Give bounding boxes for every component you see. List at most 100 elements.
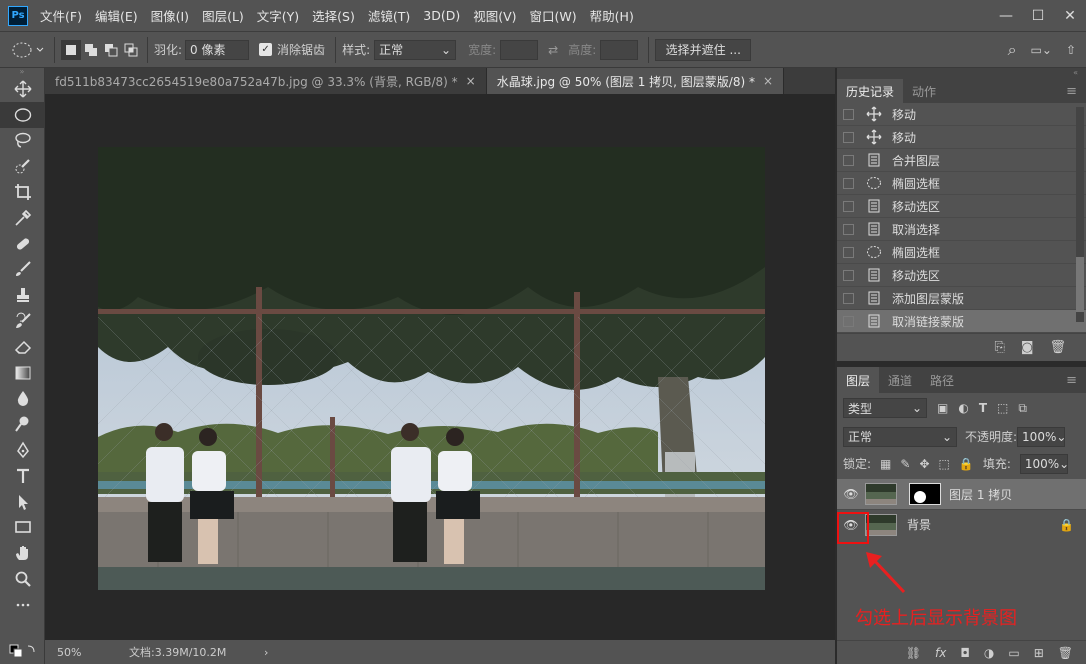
history-source-checkbox[interactable] bbox=[843, 315, 854, 327]
history-source-checkbox[interactable] bbox=[843, 154, 854, 166]
new-selection-button[interactable] bbox=[61, 39, 81, 60]
history-item[interactable]: 取消选择 bbox=[837, 218, 1086, 241]
fill-input[interactable]: 100% ⌄ bbox=[1019, 453, 1069, 474]
history-brush-tool[interactable] bbox=[0, 308, 45, 334]
layer-name[interactable]: 背景 bbox=[907, 516, 1059, 533]
menu-view[interactable]: 视图(V) bbox=[473, 6, 516, 25]
more-tools[interactable] bbox=[0, 592, 45, 618]
blend-mode-select[interactable]: 正常 ⌄ bbox=[843, 426, 957, 447]
lock-transparent-icon[interactable]: ▦ bbox=[880, 457, 891, 471]
layer-style-fx-button[interactable]: fx bbox=[935, 646, 946, 660]
tool-preset-picker[interactable] bbox=[8, 40, 48, 60]
eyedropper-tool[interactable] bbox=[0, 205, 45, 231]
height-input[interactable] bbox=[600, 39, 639, 60]
history-source-checkbox[interactable] bbox=[843, 269, 854, 281]
history-source-checkbox[interactable] bbox=[843, 177, 854, 189]
menu-help[interactable]: 帮助(H) bbox=[590, 6, 634, 25]
history-source-checkbox[interactable] bbox=[843, 131, 854, 143]
menu-filter[interactable]: 滤镜(T) bbox=[368, 6, 410, 25]
intersect-selection-button[interactable] bbox=[121, 40, 141, 60]
new-layer-icon[interactable]: ⊞ bbox=[1034, 646, 1044, 660]
menu-type[interactable]: 文字(Y) bbox=[257, 6, 299, 25]
document-canvas-image[interactable] bbox=[98, 147, 765, 590]
menu-image[interactable]: 图像(I) bbox=[151, 6, 189, 25]
select-and-mask-button[interactable]: 选择并遮住 ... bbox=[655, 38, 752, 61]
type-tool[interactable] bbox=[0, 463, 45, 489]
crop-tool[interactable] bbox=[0, 179, 45, 205]
layer-filter-select[interactable]: 类型 ⌄ bbox=[843, 398, 927, 418]
lock-position-icon[interactable]: ✥ bbox=[919, 457, 929, 471]
close-button[interactable]: ✕ bbox=[1054, 0, 1086, 31]
search-icon[interactable]: ⌕ bbox=[1008, 40, 1017, 60]
eye-icon[interactable]: 👁 bbox=[837, 487, 865, 501]
filter-type-icon[interactable]: T bbox=[979, 401, 987, 415]
tab-document-1[interactable]: fd511b83473cc2654519e80a752a47b.jpg @ 33… bbox=[45, 68, 487, 94]
lasso-tool[interactable] bbox=[0, 128, 45, 154]
panel-menu-icon[interactable]: ≡ bbox=[1057, 367, 1086, 393]
history-item[interactable]: 合并图层 bbox=[837, 149, 1086, 172]
tab-layers[interactable]: 图层 bbox=[837, 367, 880, 393]
panel-collapse-icon[interactable]: « bbox=[837, 68, 1086, 79]
menu-window[interactable]: 窗口(W) bbox=[530, 6, 577, 25]
tab-history[interactable]: 历史记录 bbox=[837, 79, 904, 103]
history-source-checkbox[interactable] bbox=[843, 108, 854, 120]
gradient-tool[interactable] bbox=[0, 360, 45, 386]
layer-row-background[interactable]: 👁 背景 🔒 bbox=[837, 509, 1086, 539]
antialias-checkbox[interactable]: ✓ bbox=[259, 43, 273, 56]
layer-mask-thumbnail[interactable] bbox=[909, 483, 941, 505]
menu-3d[interactable]: 3D(D) bbox=[423, 8, 460, 23]
history-item[interactable]: 移动选区 bbox=[837, 195, 1086, 218]
history-item[interactable]: 添加图层蒙版 bbox=[837, 287, 1086, 310]
trash-icon[interactable]: 🗑 bbox=[1049, 340, 1066, 355]
pen-tool[interactable] bbox=[0, 437, 45, 463]
history-item[interactable]: 椭圆选框 bbox=[837, 241, 1086, 264]
history-source-checkbox[interactable] bbox=[843, 200, 854, 212]
zoom-tool[interactable] bbox=[0, 566, 45, 592]
layer-name[interactable]: 图层 1 拷贝 bbox=[949, 486, 1012, 503]
history-item[interactable]: 取消链接蒙版 bbox=[837, 310, 1086, 333]
menu-layer[interactable]: 图层(L) bbox=[202, 6, 244, 25]
clone-stamp-tool[interactable] bbox=[0, 282, 45, 308]
close-icon[interactable]: × bbox=[466, 74, 476, 88]
status-menu-arrow[interactable]: › bbox=[264, 646, 268, 659]
history-scrollbar[interactable] bbox=[1076, 107, 1084, 322]
link-layers-icon[interactable]: ⛓ bbox=[906, 646, 921, 660]
new-group-icon[interactable]: ▭ bbox=[1008, 646, 1019, 660]
tab-channels[interactable]: 通道 bbox=[879, 367, 921, 393]
width-input[interactable] bbox=[500, 39, 539, 60]
zoom-level[interactable]: 50% bbox=[57, 646, 129, 659]
history-source-checkbox[interactable] bbox=[843, 223, 854, 235]
hand-tool[interactable] bbox=[0, 540, 45, 566]
history-source-checkbox[interactable] bbox=[843, 246, 854, 258]
lock-all-icon[interactable]: 🔒 bbox=[959, 457, 974, 471]
color-swatches[interactable] bbox=[8, 642, 38, 658]
add-mask-icon[interactable]: ◘ bbox=[960, 646, 970, 660]
blur-tool[interactable] bbox=[0, 386, 45, 412]
lock-image-icon[interactable]: ✎ bbox=[900, 457, 910, 471]
lock-artboard-icon[interactable]: ⬚ bbox=[939, 457, 950, 471]
filter-pixel-icon[interactable]: ▣ bbox=[937, 401, 948, 415]
dodge-tool[interactable] bbox=[0, 411, 45, 437]
tab-paths[interactable]: 路径 bbox=[921, 367, 963, 393]
filter-smartobject-icon[interactable]: ⧉ bbox=[1018, 401, 1027, 416]
panel-menu-icon[interactable]: ≡ bbox=[1057, 79, 1086, 103]
minimize-button[interactable]: — bbox=[990, 0, 1022, 31]
opacity-input[interactable]: 100% ⌄ bbox=[1017, 426, 1066, 447]
history-item[interactable]: 椭圆选框 bbox=[837, 172, 1086, 195]
history-item[interactable]: 移动选区 bbox=[837, 264, 1086, 287]
history-item[interactable]: 移动 bbox=[837, 103, 1086, 126]
eraser-tool[interactable] bbox=[0, 334, 45, 360]
snapshot-icon[interactable]: ◙ bbox=[1021, 340, 1034, 355]
style-select[interactable]: 正常 ⌄ bbox=[374, 39, 457, 60]
history-item[interactable]: 移动 bbox=[837, 126, 1086, 149]
filter-shape-icon[interactable]: ⬚ bbox=[997, 401, 1008, 415]
healing-brush-tool[interactable] bbox=[0, 231, 45, 257]
new-document-from-state-icon[interactable]: ⎘ bbox=[994, 340, 1004, 355]
feather-input[interactable]: 0 像素 bbox=[185, 39, 250, 60]
tab-document-2[interactable]: 水晶球.jpg @ 50% (图层 1 拷贝, 图层蒙版/8) * × bbox=[486, 68, 785, 94]
move-tool[interactable] bbox=[0, 76, 45, 102]
menu-edit[interactable]: 编辑(E) bbox=[95, 6, 138, 25]
menu-select[interactable]: 选择(S) bbox=[312, 6, 355, 25]
elliptical-marquee-tool[interactable] bbox=[0, 101, 45, 128]
path-selection-tool[interactable] bbox=[0, 489, 45, 515]
